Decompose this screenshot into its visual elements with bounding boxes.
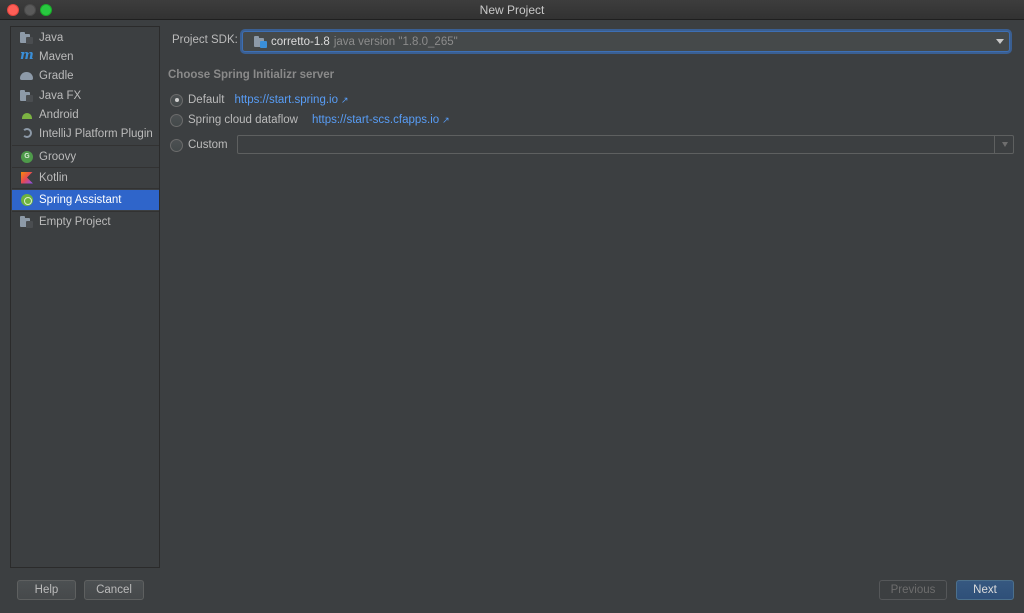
custom-radio[interactable] [170,138,183,152]
kotlin-icon [20,171,34,185]
server-option-custom: Custom [170,137,238,153]
sidebar-divider [12,145,159,146]
default-label[interactable]: Default [188,94,224,106]
sidebar-item-label: Spring Assistant [39,194,122,206]
sidebar-item-label: Java [39,31,64,44]
project-type-list: Java m Maven Gradle Java FX Android Inte… [10,26,160,568]
sidebar-item-label: Kotlin [39,171,68,184]
sidebar-item-label: Groovy [39,150,77,163]
plugin-icon [20,127,34,141]
sdk-folder-icon [254,35,268,49]
custom-server-dropdown[interactable] [237,135,1014,154]
sidebar-item-label: Gradle [39,69,74,82]
android-icon [20,108,34,122]
sidebar-divider [12,188,159,189]
sidebar-item-android[interactable]: Android [12,105,159,124]
javafx-folder-icon [20,89,34,103]
gradle-icon [20,69,34,83]
chevron-down-icon [1002,142,1008,147]
section-title: Choose Spring Initializr server [168,69,335,81]
sidebar-item-groovy[interactable]: G Groovy [12,147,159,166]
project-sdk-label: Project SDK: [172,34,238,46]
cloud-dataflow-radio[interactable] [170,113,183,127]
default-radio[interactable] [170,93,183,107]
sidebar-item-empty-project[interactable]: Empty Project [12,212,159,231]
sidebar-item-java[interactable]: Java [12,28,159,47]
server-option-cloud-dataflow: Spring cloud dataflow https://start-scs.… [170,112,450,128]
previous-button[interactable]: Previous [879,580,947,600]
external-link-icon: ↗ [340,94,349,105]
cloud-dataflow-label[interactable]: Spring cloud dataflow [188,114,298,126]
spring-icon [20,193,34,207]
sidebar-item-label: Java FX [39,89,82,102]
default-server-link[interactable]: https://start.spring.io [234,94,338,106]
next-button[interactable]: Next [956,580,1014,600]
sdk-name: corretto-1.8 [271,35,330,48]
cancel-button[interactable]: Cancel [84,580,144,600]
sidebar-item-label: IntelliJ Platform Plugin [39,127,153,140]
custom-label[interactable]: Custom [188,139,228,151]
cloud-dataflow-server-link[interactable]: https://start-scs.cfapps.io [312,114,439,126]
window-title: New Project [479,3,545,17]
sidebar-item-java-fx[interactable]: Java FX [12,86,159,105]
help-button[interactable]: Help [17,580,76,600]
chevron-down-icon [996,39,1004,44]
sidebar-item-intellij-platform-plugin[interactable]: IntelliJ Platform Plugin [12,124,159,143]
project-sdk-dropdown[interactable]: corretto-1.8 java version "1.8.0_265" [242,31,1010,52]
sidebar-item-gradle[interactable]: Gradle [12,66,159,85]
groovy-icon: G [20,150,34,164]
sidebar-item-label: Empty Project [39,215,111,228]
sidebar-item-spring-assistant[interactable]: Spring Assistant [12,190,159,210]
server-option-default: Default https://start.spring.io ↗ [170,92,349,108]
new-project-dialog: New Project Java m Maven Gradle Java FX … [0,0,1024,613]
sidebar-item-label: Android [39,108,79,121]
external-link-icon: ↗ [442,114,450,125]
sidebar-item-maven[interactable]: m Maven [12,47,159,66]
empty-project-folder-icon [20,215,34,229]
sidebar-item-kotlin[interactable]: Kotlin [12,168,159,187]
java-folder-icon [20,31,34,45]
sidebar-item-label: Maven [39,50,74,63]
title-bar: New Project [0,0,1024,20]
maven-icon: m [20,47,34,63]
sdk-version: java version "1.8.0_265" [333,35,458,48]
